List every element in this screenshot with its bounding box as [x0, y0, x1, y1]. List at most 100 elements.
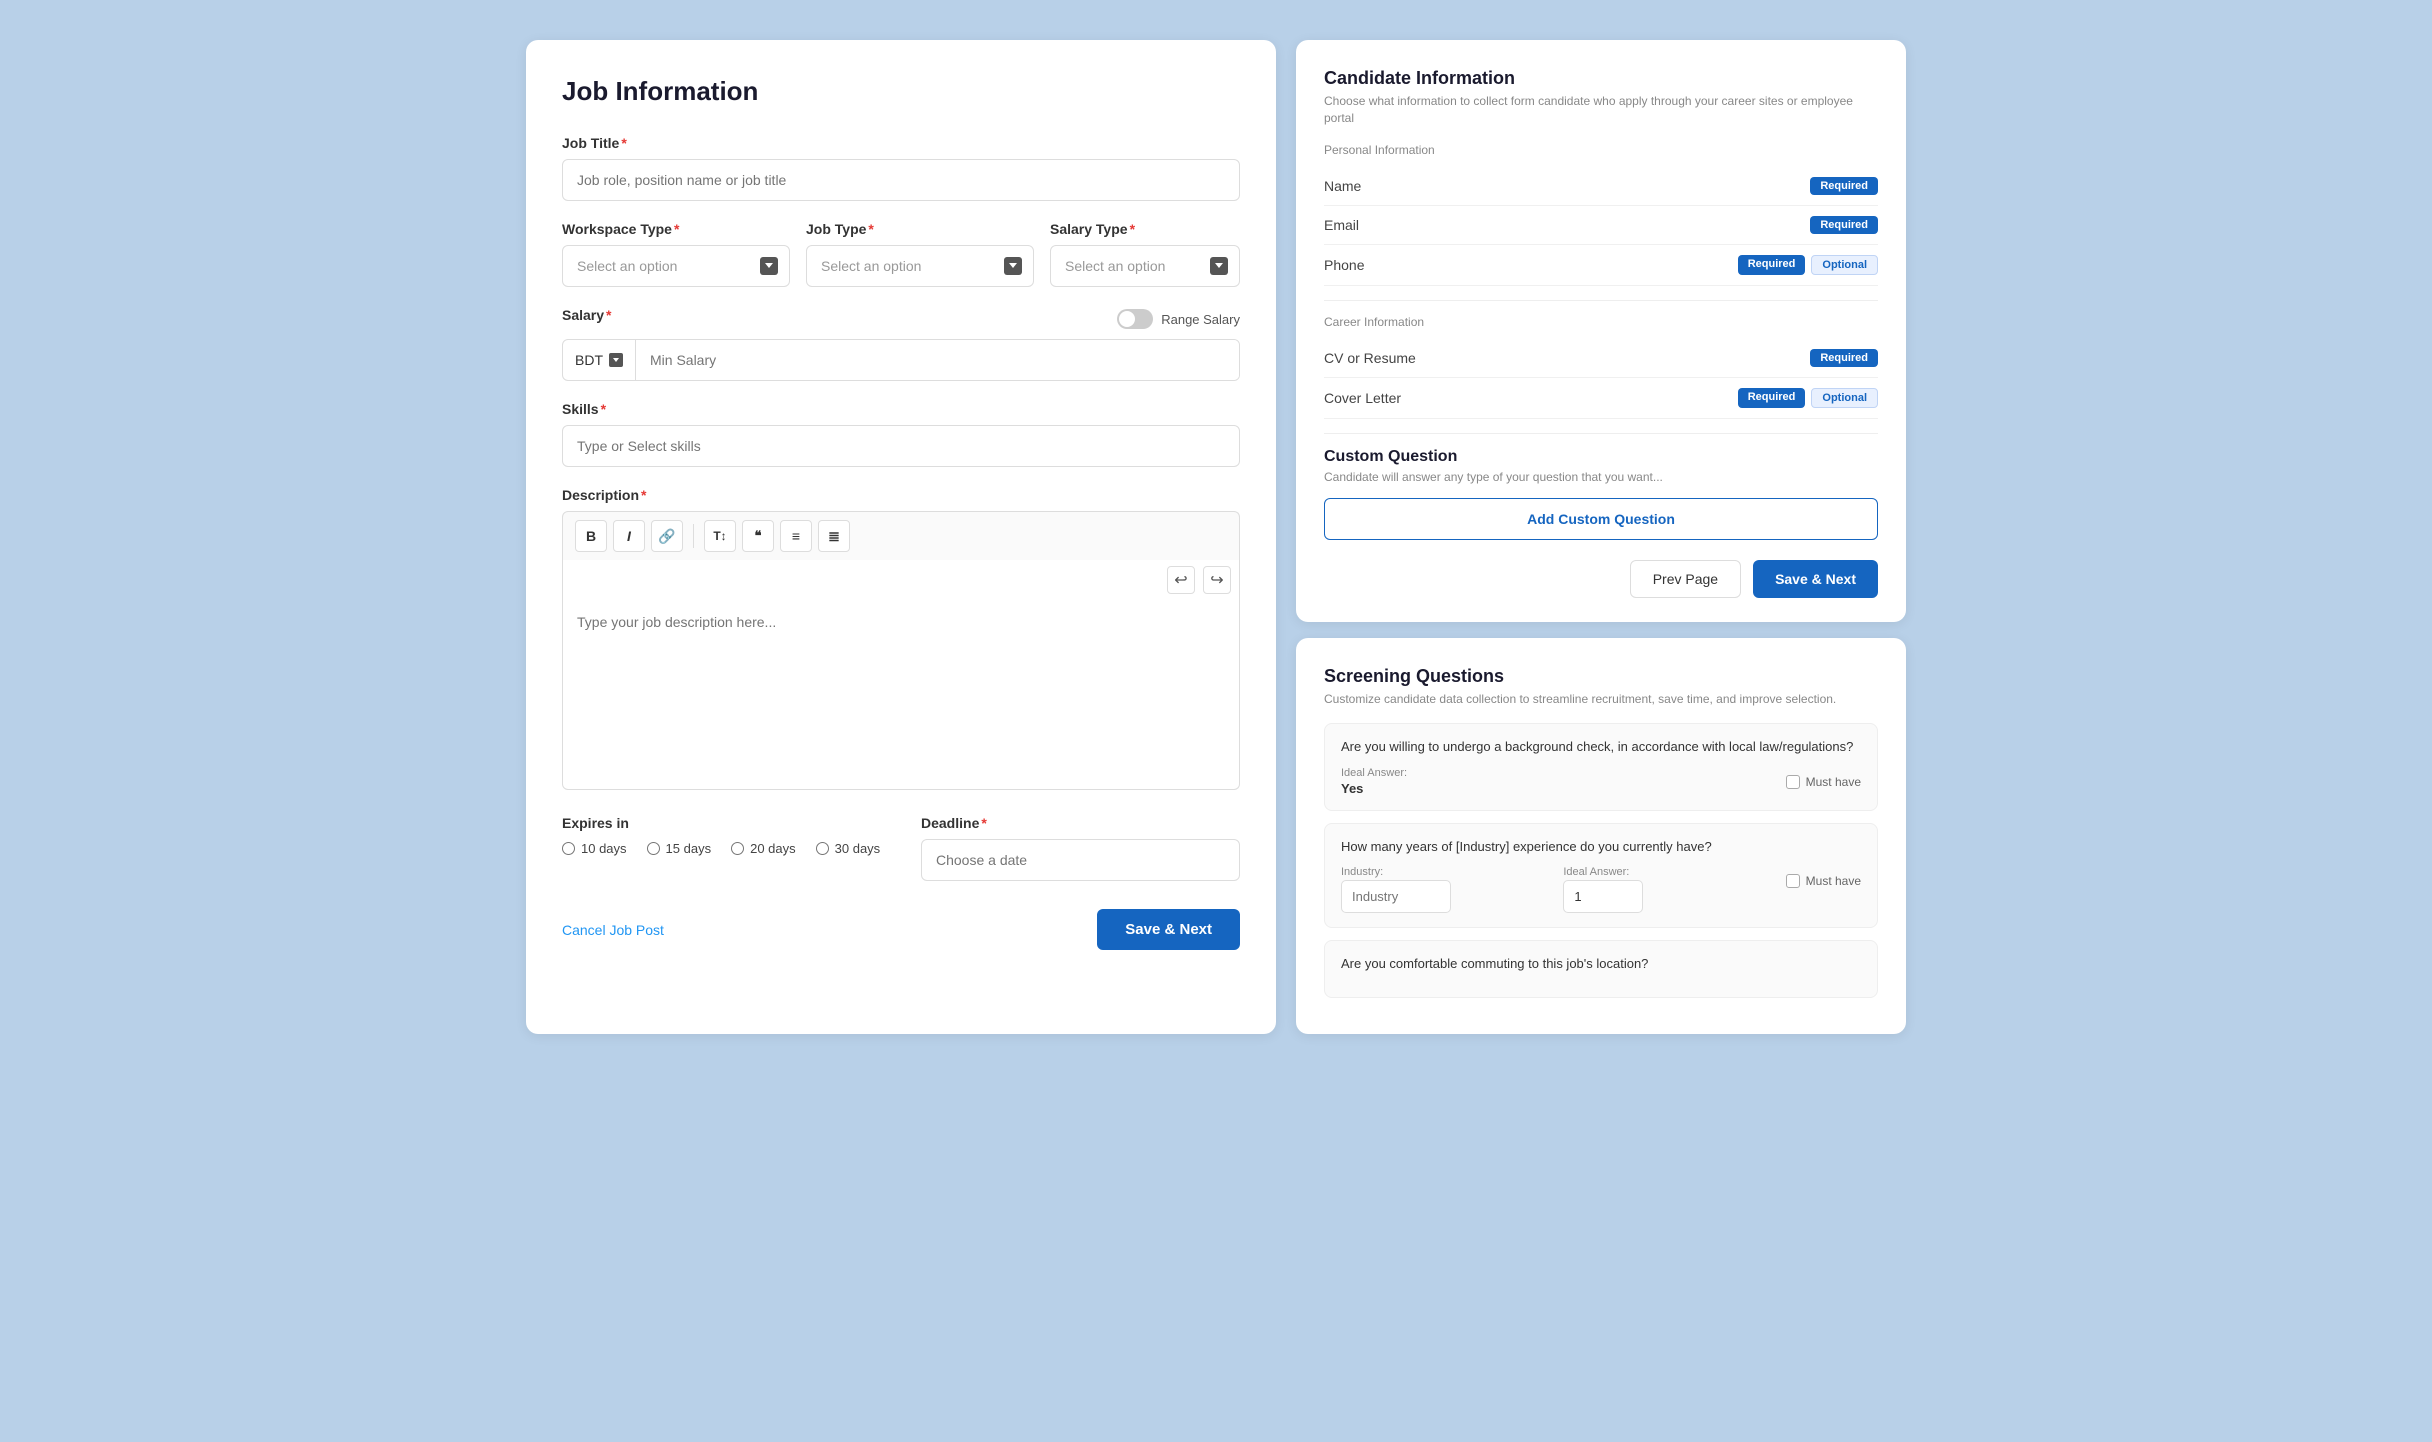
candidate-info-footer: Prev Page Save & Next — [1324, 560, 1878, 598]
expires-group: Expires in 10 days 15 days 20 days — [562, 815, 881, 856]
redo-button[interactable]: ↪ — [1203, 566, 1231, 594]
candidate-info-subtitle: Choose what information to collect form … — [1324, 93, 1878, 127]
salary-group: Salary* Range Salary BDT — [562, 307, 1240, 381]
radio-10days[interactable]: 10 days — [562, 841, 627, 856]
cover-letter-badges: Required Optional — [1738, 388, 1878, 408]
phone-optional-badge[interactable]: Optional — [1811, 255, 1878, 275]
cover-letter-optional-badge[interactable]: Optional — [1811, 388, 1878, 408]
right-panels: Candidate Information Choose what inform… — [1296, 40, 1906, 1034]
cover-letter-label: Cover Letter — [1324, 390, 1401, 406]
job-information-panel: Job Information Job Title* Workspace Typ… — [526, 40, 1276, 1034]
screening-question-2: How many years of [Industry] experience … — [1324, 823, 1878, 928]
candidate-save-next-button[interactable]: Save & Next — [1753, 560, 1878, 598]
salary-type-label: Salary Type* — [1050, 221, 1240, 237]
cancel-job-post-link[interactable]: Cancel Job Post — [562, 922, 664, 938]
name-badges: Required — [1810, 177, 1878, 195]
salary-type-group: Salary Type* Select an option — [1050, 221, 1240, 287]
job-title-input[interactable] — [562, 159, 1240, 201]
radio-30days-input[interactable] — [816, 842, 829, 855]
min-salary-input[interactable] — [636, 340, 1239, 380]
sq2-meta: Industry: Ideal Answer: Must have — [1341, 866, 1861, 913]
custom-question-title: Custom Question — [1324, 448, 1878, 466]
currency-label: BDT — [575, 352, 603, 368]
job-title-label: Job Title* — [562, 135, 1240, 151]
email-row: Email Required — [1324, 206, 1878, 245]
screening-question-1: Are you willing to undergo a background … — [1324, 723, 1878, 810]
bold-button[interactable]: B — [575, 520, 607, 552]
job-type-group: Job Type* Select an option — [806, 221, 1034, 287]
range-salary-label: Range Salary — [1161, 312, 1240, 327]
radio-15days-input[interactable] — [647, 842, 660, 855]
deadline-input[interactable] — [921, 839, 1240, 881]
cv-badges: Required — [1810, 349, 1878, 367]
sq2-footer: Must have — [1786, 874, 1861, 888]
email-label: Email — [1324, 217, 1359, 233]
salary-type-select[interactable]: Select an option — [1050, 245, 1240, 287]
divider-2 — [1324, 433, 1878, 434]
ordered-list-button[interactable]: ≣ — [818, 520, 850, 552]
job-type-label: Job Type* — [806, 221, 1034, 237]
cover-letter-required-badge[interactable]: Required — [1738, 388, 1806, 408]
cv-resume-row: CV or Resume Required — [1324, 339, 1878, 378]
sq1-must-have-label: Must have — [1806, 775, 1861, 789]
radio-20days[interactable]: 20 days — [731, 841, 796, 856]
cv-required-badge[interactable]: Required — [1810, 349, 1878, 367]
heading-button[interactable]: T↕ — [704, 520, 736, 552]
custom-question-subtitle: Candidate will answer any type of your q… — [1324, 470, 1878, 484]
sq2-industry-label: Industry: — [1341, 866, 1551, 878]
add-custom-question-button[interactable]: Add Custom Question — [1324, 498, 1878, 540]
candidate-info-title: Candidate Information — [1324, 68, 1878, 89]
workspace-type-label: Workspace Type* — [562, 221, 790, 237]
phone-required-badge[interactable]: Required — [1738, 255, 1806, 275]
email-required-badge[interactable]: Required — [1810, 216, 1878, 234]
unordered-list-button[interactable]: ≡ — [780, 520, 812, 552]
job-title-group: Job Title* — [562, 135, 1240, 201]
job-type-select[interactable]: Select an option — [806, 245, 1034, 287]
description-textarea[interactable] — [562, 600, 1240, 790]
quote-button[interactable]: ❝ — [742, 520, 774, 552]
link-button[interactable]: 🔗 — [651, 520, 683, 552]
sq2-must-have-checkbox[interactable] — [1786, 874, 1800, 888]
undo-button[interactable]: ↩ — [1167, 566, 1195, 594]
sq3-text: Are you comfortable commuting to this jo… — [1341, 955, 1861, 973]
skills-group: Skills* — [562, 401, 1240, 467]
sq2-ideal-col: Ideal Answer: — [1563, 866, 1773, 913]
italic-button[interactable]: I — [613, 520, 645, 552]
divider-1 — [1324, 300, 1878, 301]
sq2-must-have-label: Must have — [1806, 874, 1861, 888]
expires-label: Expires in — [562, 815, 881, 831]
skills-label: Skills* — [562, 401, 1240, 417]
sq1-ideal-value: Yes — [1341, 781, 1774, 796]
salary-label: Salary* — [562, 307, 612, 323]
radio-20days-input[interactable] — [731, 842, 744, 855]
skills-input[interactable] — [562, 425, 1240, 467]
screening-questions-subtitle: Customize candidate data collection to s… — [1324, 691, 1878, 708]
range-salary-toggle[interactable] — [1117, 309, 1153, 329]
description-group: Description* B I 🔗 T↕ ❝ ≡ ≣ ↩ ↪ — [562, 487, 1240, 795]
description-toolbar: B I 🔗 T↕ ❝ ≡ ≣ — [562, 511, 1240, 560]
type-selects-row: Workspace Type* Select an option Job Typ… — [562, 221, 1240, 287]
sq1-must-have-checkbox[interactable] — [1786, 775, 1800, 789]
workspace-type-select[interactable]: Select an option — [562, 245, 790, 287]
sq2-ideal-input[interactable] — [1563, 880, 1643, 913]
save-next-button[interactable]: Save & Next — [1097, 909, 1240, 950]
deadline-group: Deadline* — [921, 815, 1240, 881]
phone-row: Phone Required Optional — [1324, 245, 1878, 286]
sq1-text: Are you willing to undergo a background … — [1341, 738, 1861, 756]
prev-page-button[interactable]: Prev Page — [1630, 560, 1741, 598]
radio-30days[interactable]: 30 days — [816, 841, 881, 856]
name-required-badge[interactable]: Required — [1810, 177, 1878, 195]
radio-15days[interactable]: 15 days — [647, 841, 712, 856]
cover-letter-row: Cover Letter Required Optional — [1324, 378, 1878, 419]
sq2-industry-input[interactable] — [1341, 880, 1451, 913]
sq2-industry-col: Industry: — [1341, 866, 1551, 913]
career-info-section-label: Career Information — [1324, 315, 1878, 329]
sq1-meta: Ideal Answer: Yes Must have — [1341, 767, 1861, 796]
radio-10days-input[interactable] — [562, 842, 575, 855]
currency-select[interactable]: BDT — [563, 340, 636, 380]
candidate-information-panel: Candidate Information Choose what inform… — [1296, 40, 1906, 622]
screening-questions-title: Screening Questions — [1324, 666, 1878, 687]
screening-question-3: Are you comfortable commuting to this jo… — [1324, 940, 1878, 998]
job-type-select-wrapper: Select an option — [806, 245, 1034, 287]
phone-badges: Required Optional — [1738, 255, 1878, 275]
